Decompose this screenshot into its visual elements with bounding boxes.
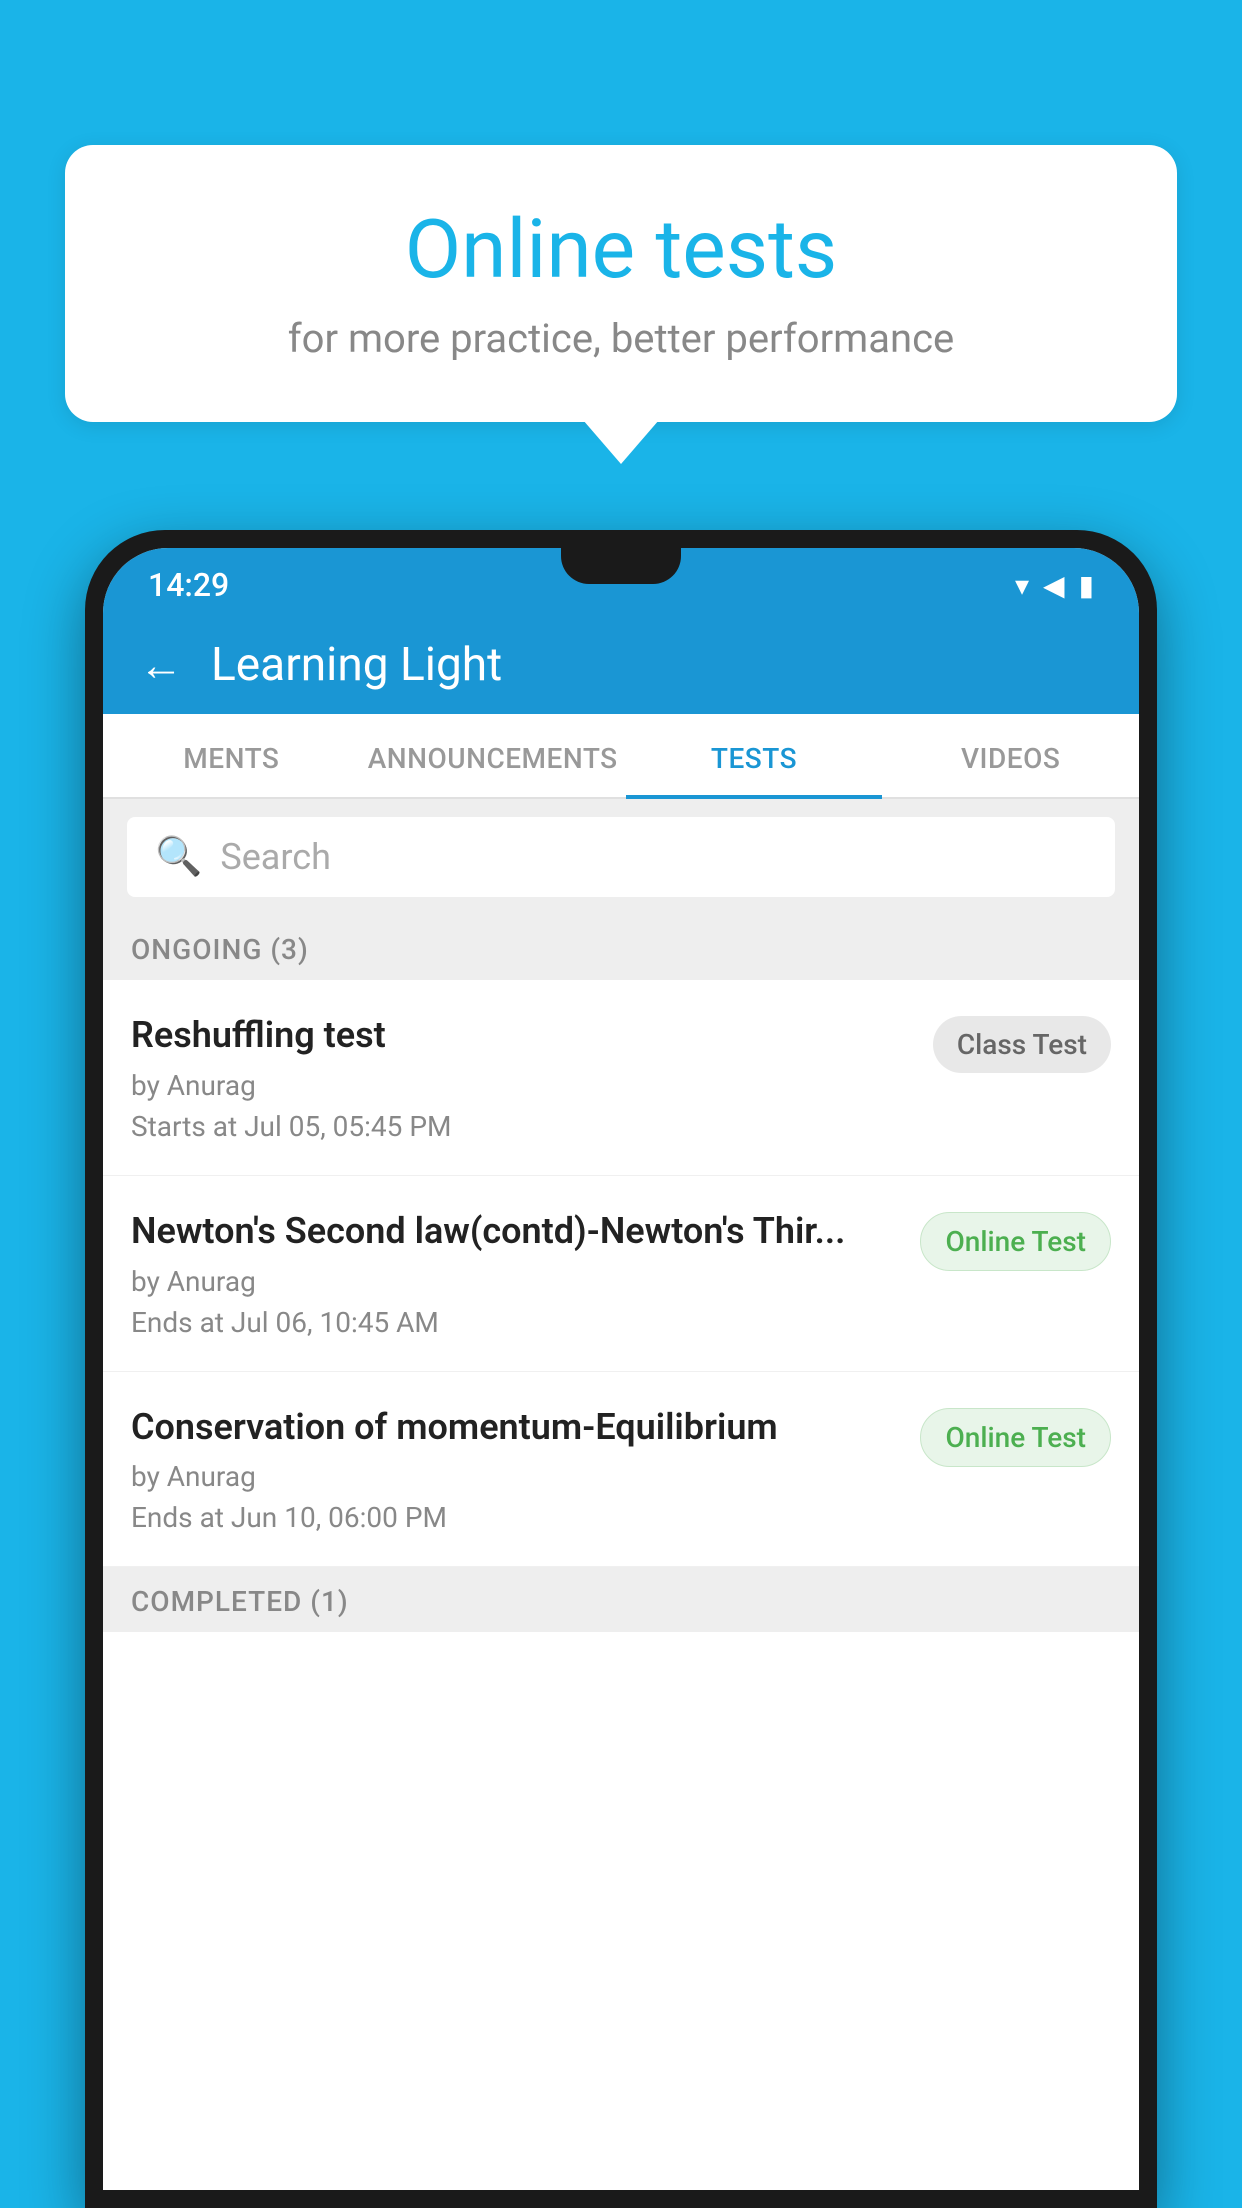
test-author: by Anurag	[131, 1265, 900, 1298]
test-author: by Anurag	[131, 1460, 900, 1493]
status-time: 14:29	[148, 566, 229, 604]
test-badge-class: Class Test	[933, 1016, 1111, 1073]
app-title: Learning Light	[211, 638, 502, 692]
test-item[interactable]: Newton's Second law(contd)-Newton's Thir…	[103, 1176, 1139, 1372]
phone-notch	[561, 548, 681, 584]
test-info: Reshuffling test by Anurag Starts at Jul…	[131, 1012, 933, 1143]
phone-screen: 14:29 ▾ ◀ ▮ ← Learning Light MENTS ANNOU…	[103, 548, 1139, 2190]
tab-tests[interactable]: TESTS	[626, 714, 883, 797]
bubble-subtitle: for more practice, better performance	[135, 315, 1107, 362]
tests-list: Reshuffling test by Anurag Starts at Jul…	[103, 980, 1139, 2190]
phone-frame: 14:29 ▾ ◀ ▮ ← Learning Light MENTS ANNOU…	[85, 530, 1157, 2208]
test-badge-online: Online Test	[920, 1212, 1111, 1271]
signal-icon: ◀	[1043, 569, 1065, 602]
search-bar[interactable]: 🔍 Search	[127, 817, 1115, 897]
wifi-icon: ▾	[1015, 569, 1029, 602]
test-name: Newton's Second law(contd)-Newton's Thir…	[131, 1208, 900, 1255]
status-icons: ▾ ◀ ▮	[1015, 569, 1094, 602]
test-name: Reshuffling test	[131, 1012, 913, 1059]
tabs-bar: MENTS ANNOUNCEMENTS TESTS VIDEOS	[103, 714, 1139, 799]
test-badge-online-2: Online Test	[920, 1408, 1111, 1467]
speech-bubble: Online tests for more practice, better p…	[65, 145, 1177, 422]
test-time: Ends at Jul 06, 10:45 AM	[131, 1306, 900, 1339]
app-header: ← Learning Light	[103, 616, 1139, 714]
completed-section-header: COMPLETED (1)	[103, 1567, 1139, 1632]
back-button[interactable]: ←	[139, 643, 183, 687]
tab-announcements[interactable]: ANNOUNCEMENTS	[360, 714, 626, 797]
test-author: by Anurag	[131, 1069, 913, 1102]
test-time: Ends at Jun 10, 06:00 PM	[131, 1501, 900, 1534]
tab-videos[interactable]: VIDEOS	[882, 714, 1139, 797]
battery-icon: ▮	[1079, 569, 1094, 602]
search-icon: 🔍	[155, 835, 202, 879]
test-info: Newton's Second law(contd)-Newton's Thir…	[131, 1208, 920, 1339]
test-info: Conservation of momentum-Equilibrium by …	[131, 1404, 920, 1535]
search-container: 🔍 Search	[103, 799, 1139, 915]
tab-ments[interactable]: MENTS	[103, 714, 360, 797]
test-item[interactable]: Reshuffling test by Anurag Starts at Jul…	[103, 980, 1139, 1176]
ongoing-section-header: ONGOING (3)	[103, 915, 1139, 980]
test-name: Conservation of momentum-Equilibrium	[131, 1404, 900, 1451]
test-time: Starts at Jul 05, 05:45 PM	[131, 1110, 913, 1143]
speech-bubble-container: Online tests for more practice, better p…	[65, 145, 1177, 422]
test-item[interactable]: Conservation of momentum-Equilibrium by …	[103, 1372, 1139, 1568]
bubble-title: Online tests	[135, 205, 1107, 295]
search-placeholder: Search	[220, 836, 331, 878]
